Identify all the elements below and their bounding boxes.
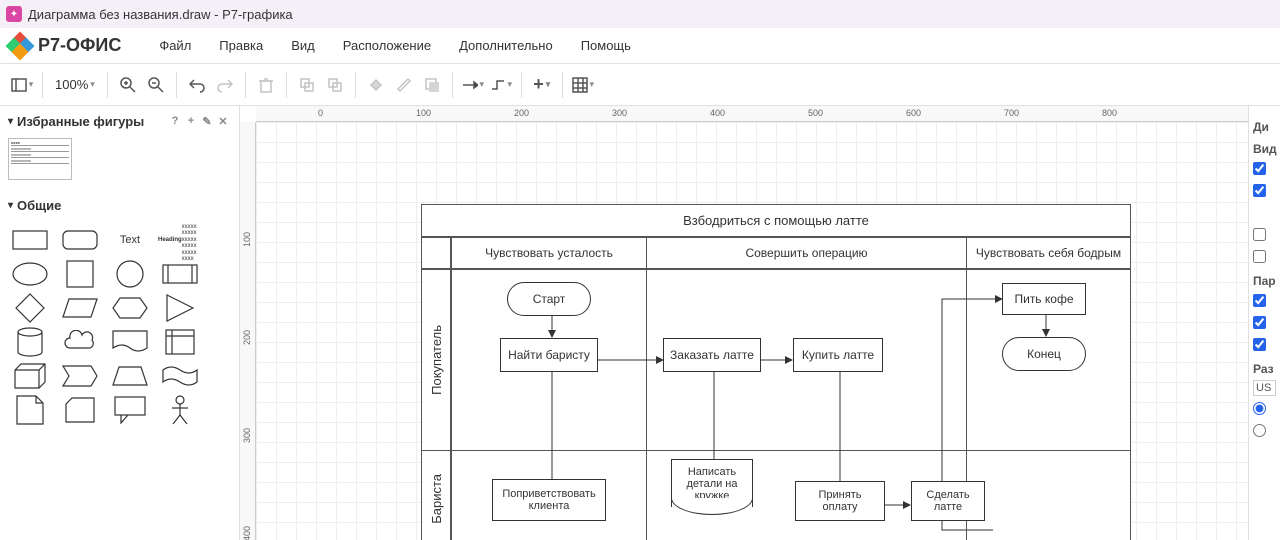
shape-heading[interactable]: Headingxxxxx xxxxx xxxxxxxxxx xxxxx xxxx	[158, 224, 202, 256]
node-greet[interactable]: Поприветствовать клиента	[492, 479, 606, 521]
col-header-1[interactable]: Чувствовать усталость	[452, 238, 647, 268]
col-header-2[interactable]: Совершить операцию	[647, 238, 967, 268]
close-favorite-icon[interactable]: ✕	[215, 115, 231, 128]
title-bar: ✦ Диаграмма без названия.draw - Р7-графи…	[0, 0, 1280, 28]
menu-view[interactable]: Вид	[277, 32, 329, 59]
edit-favorite-icon[interactable]: ✎	[199, 115, 215, 128]
paper-size[interactable]: US	[1253, 380, 1276, 396]
zoom-in-button[interactable]	[114, 71, 142, 99]
connection-button[interactable]: ▾	[459, 71, 487, 99]
shape-tape[interactable]	[158, 360, 202, 392]
shape-rounded-rect[interactable]	[58, 224, 102, 256]
shape-cylinder[interactable]	[8, 326, 52, 358]
menu-help[interactable]: Помощь	[567, 32, 645, 59]
radio-2[interactable]	[1253, 424, 1266, 437]
checkbox-4[interactable]	[1253, 250, 1266, 263]
shape-ellipse[interactable]	[8, 258, 52, 290]
row-header-2[interactable]: Бариста	[422, 451, 452, 540]
zoom-out-button[interactable]	[142, 71, 170, 99]
shape-process[interactable]	[158, 258, 202, 290]
app-logo: Р7-ОФИС	[8, 34, 121, 58]
shape-hexagon[interactable]	[108, 292, 152, 324]
zoom-select[interactable]: 100%▾	[49, 77, 101, 92]
ruler-vertical: 100 200 300 400	[240, 122, 256, 540]
scratchpad-thumb[interactable]: xxxxxxxxxxxxxxxxxxxxxxxxxxxxxxxxxx	[8, 138, 72, 180]
canvas[interactable]: Взбодриться с помощью латте Чувствовать …	[256, 122, 1248, 540]
delete-button[interactable]	[252, 71, 280, 99]
table-button[interactable]: ▾	[569, 71, 597, 99]
node-start[interactable]: Старт	[507, 282, 591, 316]
shape-palette: Text Headingxxxxx xxxxx xxxxxxxxxx xxxxx…	[0, 220, 239, 430]
sidebar: ▾ Избранные фигуры ? + ✎ ✕ xxxxxxxxxxxxx…	[0, 106, 240, 540]
toolbar: ▾ 100%▾ ▾ ▾ +▾ ▾	[0, 64, 1280, 106]
favorites-header[interactable]: ▾ Избранные фигуры ? + ✎ ✕	[0, 106, 239, 136]
menu-extras[interactable]: Дополнительно	[445, 32, 567, 59]
shape-cube[interactable]	[8, 360, 52, 392]
canvas-area[interactable]: 0 100 200 300 400 500 600 700 800 100 20…	[240, 106, 1248, 540]
shape-circle[interactable]	[108, 258, 152, 290]
shadow-button[interactable]	[418, 71, 446, 99]
waypoint-button[interactable]: ▾	[487, 71, 515, 99]
to-back-button[interactable]	[321, 71, 349, 99]
shape-parallelogram[interactable]	[58, 292, 102, 324]
swimlane-diagram[interactable]: Взбодриться с помощью латте Чувствовать …	[421, 204, 1131, 540]
radio-1[interactable]	[1253, 402, 1266, 415]
logo-mark-icon	[8, 34, 32, 58]
shape-text[interactable]: Text	[108, 224, 152, 256]
shape-square[interactable]	[58, 258, 102, 290]
fill-color-button[interactable]	[362, 71, 390, 99]
shape-actor[interactable]	[158, 394, 202, 426]
app-icon: ✦	[6, 6, 22, 22]
menu-bar: Р7-ОФИС Файл Правка Вид Расположение Доп…	[0, 28, 1280, 64]
format-panel: Ди Вид Пар Раз US	[1248, 106, 1280, 540]
shape-cloud[interactable]	[58, 326, 102, 358]
shape-trapezoid[interactable]	[108, 360, 152, 392]
checkbox-2[interactable]	[1253, 184, 1266, 197]
add-button[interactable]: +▾	[528, 71, 556, 99]
chevron-down-icon: ▾	[8, 116, 13, 127]
checkbox-5[interactable]	[1253, 294, 1266, 307]
shape-step[interactable]	[58, 360, 102, 392]
window-title: Диаграмма без названия.draw - Р7-графика	[28, 7, 293, 22]
common-header[interactable]: ▾ Общие	[0, 190, 239, 220]
chevron-down-icon: ▾	[8, 200, 13, 211]
node-order[interactable]: Заказать латте	[663, 338, 761, 372]
redo-button[interactable]	[211, 71, 239, 99]
shape-document[interactable]	[108, 326, 152, 358]
col-header-3[interactable]: Чувствовать себя бодрым	[967, 238, 1130, 268]
help-icon[interactable]: ?	[167, 115, 183, 127]
node-accept[interactable]: Принять оплату	[795, 481, 885, 521]
node-drink[interactable]: Пить кофе	[1002, 283, 1086, 315]
checkbox-7[interactable]	[1253, 338, 1266, 351]
checkbox-3[interactable]	[1253, 228, 1266, 241]
to-front-button[interactable]	[293, 71, 321, 99]
add-favorite-icon[interactable]: +	[183, 115, 199, 127]
node-end[interactable]: Конец	[1002, 337, 1086, 371]
brand-text: Р7-ОФИС	[38, 35, 121, 56]
ruler-horizontal: 0 100 200 300 400 500 600 700 800	[256, 106, 1248, 122]
node-write[interactable]: Написать детали на кружке	[671, 459, 753, 507]
shape-rect[interactable]	[8, 224, 52, 256]
shape-diamond[interactable]	[8, 292, 52, 324]
menu-edit[interactable]: Правка	[205, 32, 277, 59]
checkbox-6[interactable]	[1253, 316, 1266, 329]
menu-arrange[interactable]: Расположение	[329, 32, 445, 59]
row-header-1[interactable]: Покупатель	[422, 270, 452, 450]
undo-button[interactable]	[183, 71, 211, 99]
menu-file[interactable]: Файл	[145, 32, 205, 59]
shape-card[interactable]	[58, 394, 102, 426]
diagram-title[interactable]: Взбодриться с помощью латте	[422, 205, 1130, 238]
shape-triangle[interactable]	[158, 292, 202, 324]
checkbox-1[interactable]	[1253, 162, 1266, 175]
shape-callout[interactable]	[108, 394, 152, 426]
node-buy[interactable]: Купить латте	[793, 338, 883, 372]
shape-note[interactable]	[8, 394, 52, 426]
line-color-button[interactable]	[390, 71, 418, 99]
node-find[interactable]: Найти баристу	[500, 338, 598, 372]
panel-toggle-button[interactable]: ▾	[8, 71, 36, 99]
shape-internal-storage[interactable]	[158, 326, 202, 358]
